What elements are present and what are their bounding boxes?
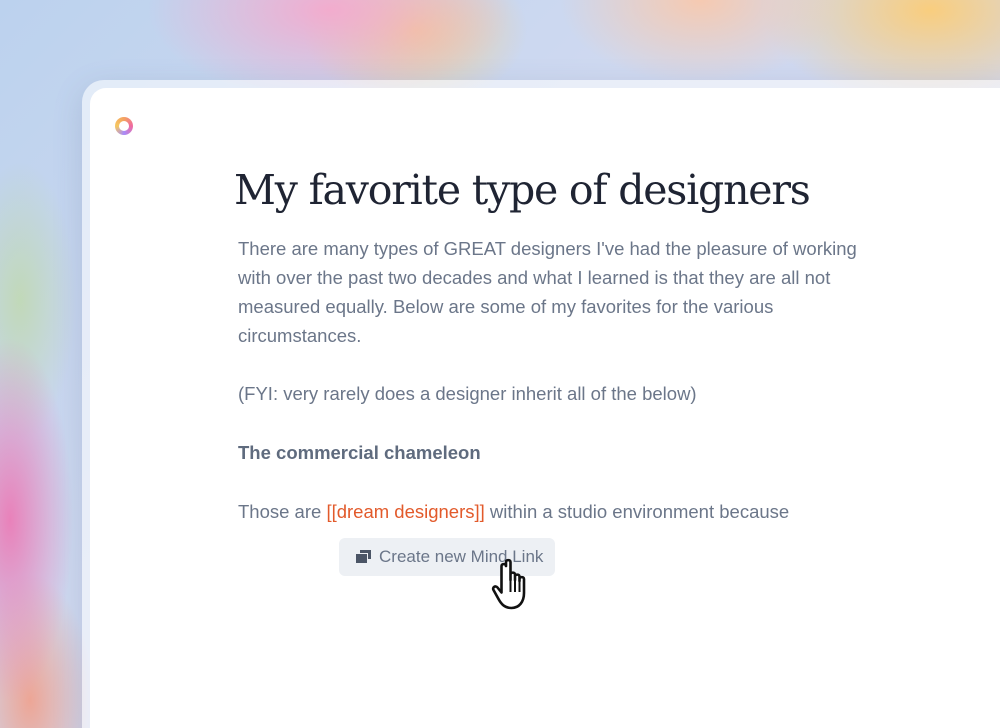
app-logo-icon[interactable] — [115, 117, 133, 135]
hand-pointer-icon — [490, 558, 536, 614]
fyi-paragraph[interactable]: (FYI: very rarely does a designer inheri… — [238, 379, 858, 408]
section-heading[interactable]: The commercial chameleon — [238, 438, 858, 467]
mind-link-icon — [355, 549, 373, 565]
body-text-prefix: Those are — [238, 501, 327, 522]
mind-link-text[interactable]: [[dream designers]] — [326, 501, 484, 522]
body-paragraph[interactable]: Those are [[dream designers]] within a s… — [238, 497, 858, 526]
page-title[interactable]: My favorite type of designers — [234, 166, 811, 214]
intro-paragraph[interactable]: There are many types of GREAT designers … — [238, 234, 858, 350]
body-text-suffix: within a studio environment because — [484, 501, 790, 522]
app-window: My favorite type of designers There are … — [82, 80, 1000, 728]
editor-pane: My favorite type of designers There are … — [90, 88, 1000, 728]
document-body[interactable]: There are many types of GREAT designers … — [238, 234, 858, 556]
